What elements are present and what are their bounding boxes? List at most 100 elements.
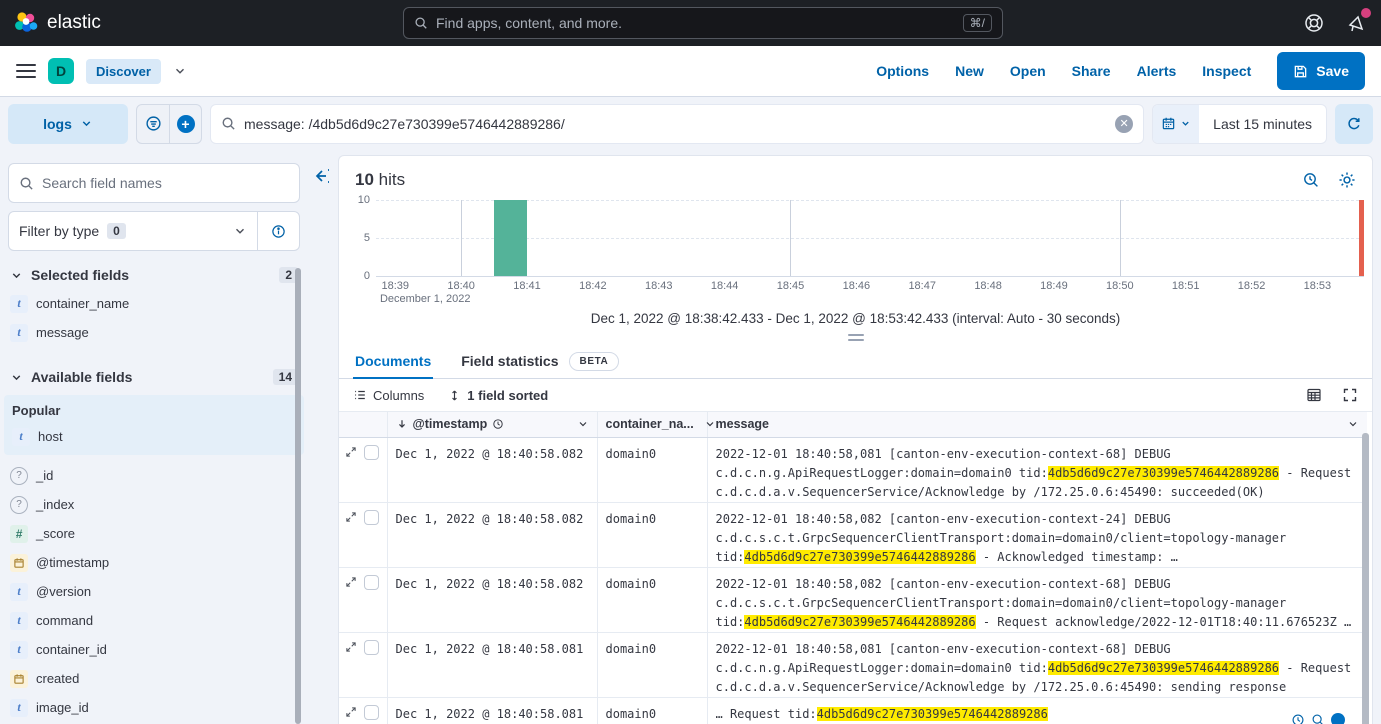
- sidebar-scrollbar[interactable]: [295, 268, 301, 724]
- x-axis-tick: 18:48: [974, 280, 1002, 292]
- timestamp-column-header[interactable]: @timestamp: [387, 412, 597, 437]
- time-range-label[interactable]: Last 15 minutes: [1199, 105, 1326, 143]
- row-checkbox[interactable]: [364, 640, 379, 655]
- appbar-link-new[interactable]: New: [955, 63, 984, 79]
- field-item-created[interactable]: created: [8, 664, 300, 693]
- question-token-icon: ?: [10, 496, 28, 514]
- field-name: message: [36, 325, 89, 340]
- field-search-input[interactable]: [42, 175, 289, 191]
- field-item-command[interactable]: t command: [8, 606, 300, 635]
- appbar-link-inspect[interactable]: Inspect: [1202, 63, 1251, 79]
- table-scrollbar[interactable]: [1362, 433, 1369, 724]
- info-icon[interactable]: [257, 212, 299, 250]
- view-tabs: Documents Field statistics BETA: [339, 344, 1372, 379]
- clear-query-icon[interactable]: ✕: [1115, 115, 1133, 133]
- container-column-header[interactable]: container_na...: [597, 412, 707, 437]
- field-sorted-button[interactable]: 1 field sorted: [448, 388, 548, 403]
- sort-desc-icon: [396, 418, 408, 430]
- filter-by-type: Filter by type 0: [8, 211, 300, 251]
- field-search[interactable]: [8, 163, 300, 203]
- help-icon[interactable]: [1303, 12, 1325, 34]
- chart-resize-handle[interactable]: [848, 334, 864, 341]
- row-checkbox[interactable]: [364, 510, 379, 525]
- data-view-picker[interactable]: logs: [8, 104, 128, 144]
- row-clock-icon[interactable]: [1291, 713, 1305, 724]
- appbar-link-share[interactable]: Share: [1072, 63, 1111, 79]
- gear-icon[interactable]: [1338, 171, 1356, 189]
- available-fields-list: ? _id ? _index # _score @timestamp t @ve…: [8, 461, 300, 722]
- expand-row-icon[interactable]: [345, 706, 357, 718]
- tab-documents[interactable]: Documents: [353, 344, 433, 378]
- columns-button[interactable]: Columns: [353, 388, 424, 403]
- elastic-brand[interactable]: elastic: [14, 11, 101, 36]
- selected-fields-header[interactable]: Selected fields 2: [10, 267, 298, 283]
- global-search[interactable]: ⌘/: [403, 7, 1003, 39]
- field-name: @version: [36, 584, 91, 599]
- expand-row-icon[interactable]: [345, 511, 357, 523]
- table-row: Dec 1, 2022 @ 18:40:58.082domain02022-12…: [339, 437, 1367, 502]
- expand-row-icon[interactable]: [345, 576, 357, 588]
- columns-label: Columns: [373, 388, 424, 403]
- appbar-link-alerts[interactable]: Alerts: [1137, 63, 1177, 79]
- breadcrumb-chevron-down-icon[interactable]: [173, 64, 187, 78]
- field-item-@version[interactable]: t @version: [8, 577, 300, 606]
- space-avatar[interactable]: D: [48, 58, 74, 84]
- query-bar: logs + ✕: [0, 97, 1381, 150]
- x-axis-context-label: December 1, 2022: [380, 293, 471, 305]
- field-item-container_name[interactable]: t container_name: [8, 289, 300, 318]
- x-axis-tick: 18:42: [579, 280, 607, 292]
- popular-fields-list: t host: [10, 422, 298, 451]
- calendar-dropdown-button[interactable]: [1153, 105, 1199, 143]
- field-item-message[interactable]: t message: [8, 318, 300, 347]
- column-menu-chevron-icon[interactable]: [577, 418, 589, 430]
- collapse-sidebar-icon[interactable]: [310, 165, 332, 187]
- column-menu-chevron-icon[interactable]: [704, 418, 716, 430]
- chart-options-icon[interactable]: [1302, 171, 1320, 189]
- appbar-link-options[interactable]: Options: [876, 63, 929, 79]
- text-token-icon: t: [12, 428, 30, 446]
- field-sorted-label: 1 field sorted: [467, 388, 548, 403]
- menu-icon[interactable]: [16, 64, 36, 78]
- field-item-@timestamp[interactable]: @timestamp: [8, 548, 300, 577]
- expand-row-icon[interactable]: [345, 641, 357, 653]
- table-row: Dec 1, 2022 @ 18:40:58.082domain02022-12…: [339, 567, 1367, 632]
- refresh-button[interactable]: [1335, 104, 1373, 144]
- message-column-header[interactable]: message: [707, 412, 1367, 437]
- filter-by-type-button[interactable]: Filter by type 0: [9, 223, 257, 239]
- histogram-bar[interactable]: [494, 200, 527, 276]
- highlighted-tid: 4db5d6d9c27e730399e5746442889286: [744, 615, 975, 629]
- row-checkbox[interactable]: [364, 705, 379, 720]
- column-menu-chevron-icon[interactable]: [1347, 418, 1359, 430]
- histogram-chart[interactable]: 105018:3918:4018:4118:4218:4318:4418:451…: [376, 200, 1362, 277]
- row-action-dot-icon[interactable]: [1331, 713, 1345, 724]
- field-item-_index[interactable]: ? _index: [8, 490, 300, 519]
- field-item-_id[interactable]: ? _id: [8, 461, 300, 490]
- search-icon: [414, 16, 428, 30]
- elastic-logo-icon: [14, 11, 39, 36]
- filter-by-type-label: Filter by type: [19, 223, 99, 239]
- field-item-_score[interactable]: # _score: [8, 519, 300, 548]
- field-name: image_id: [36, 700, 89, 715]
- saved-query-icon[interactable]: [137, 105, 169, 143]
- popular-label: Popular: [12, 403, 298, 418]
- breadcrumb-discover[interactable]: Discover: [86, 59, 161, 84]
- field-item-host[interactable]: t host: [10, 422, 298, 451]
- add-filter-button[interactable]: +: [169, 105, 201, 143]
- save-button[interactable]: Save: [1277, 52, 1365, 90]
- newsfeed-icon[interactable]: [1345, 12, 1367, 34]
- field-name: _index: [36, 497, 74, 512]
- query-input[interactable]: [244, 116, 1107, 132]
- field-item-container_id[interactable]: t container_id: [8, 635, 300, 664]
- available-fields-header[interactable]: Available fields 14: [10, 369, 298, 385]
- row-checkbox[interactable]: [364, 445, 379, 460]
- appbar-link-open[interactable]: Open: [1010, 63, 1046, 79]
- row-magnifier-icon[interactable]: [1311, 713, 1325, 724]
- x-axis-tick: 18:53: [1304, 280, 1332, 292]
- row-checkbox[interactable]: [364, 575, 379, 590]
- global-search-input[interactable]: [436, 15, 955, 31]
- field-item-image_id[interactable]: t image_id: [8, 693, 300, 722]
- tab-field-statistics[interactable]: Field statistics: [459, 344, 560, 378]
- display-options-icon[interactable]: [1306, 387, 1322, 403]
- expand-row-icon[interactable]: [345, 446, 357, 458]
- fullscreen-icon[interactable]: [1342, 387, 1358, 403]
